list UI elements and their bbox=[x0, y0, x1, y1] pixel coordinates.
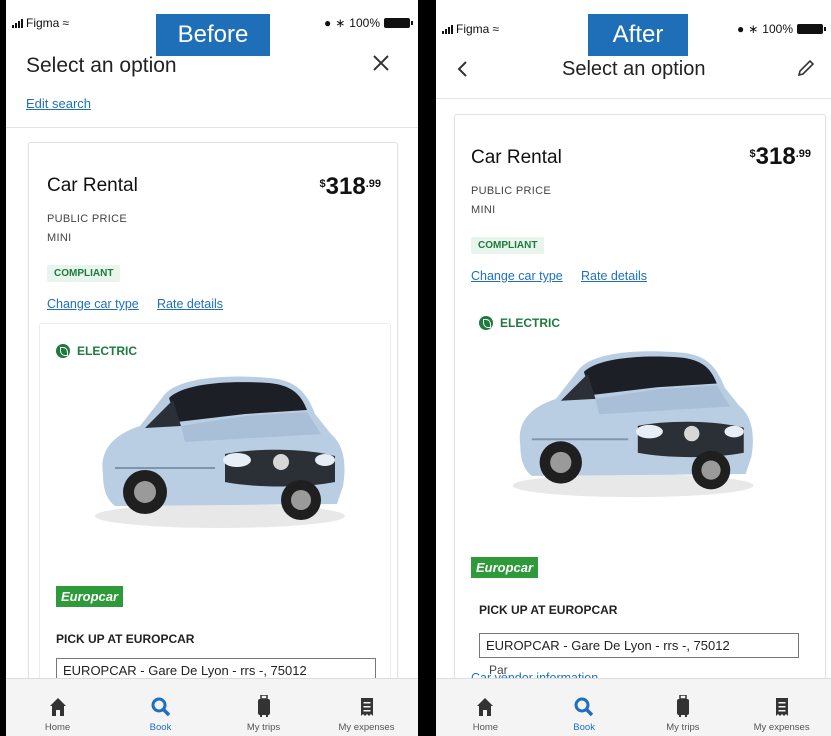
home-icon bbox=[477, 698, 494, 716]
carrier-name: Figma bbox=[26, 16, 60, 30]
tab-book[interactable]: Book bbox=[109, 679, 212, 736]
europcar-logo: Europcar bbox=[471, 557, 539, 578]
change-car-type-link[interactable]: Change car type bbox=[47, 297, 139, 311]
carrier: Figma ≈ bbox=[12, 16, 69, 30]
alarm-icon: ● bbox=[736, 22, 745, 36]
tab-book[interactable]: Book bbox=[535, 679, 634, 736]
tab-label-book: Book bbox=[149, 722, 172, 733]
car-class: MINI bbox=[471, 204, 496, 216]
receipt-icon bbox=[360, 698, 373, 716]
tab-label-my-trips: My trips bbox=[666, 722, 700, 733]
after-label: After bbox=[588, 14, 688, 56]
car-image bbox=[512, 351, 754, 498]
change-car-type-link[interactable]: Change car type bbox=[471, 269, 563, 283]
car-details-panel: ELECTRIC Europcar PICK UP AT EUROPCAR EU… bbox=[39, 323, 391, 736]
tab-home[interactable]: Home bbox=[6, 679, 109, 736]
tab-label-my-expenses: My expenses bbox=[753, 722, 810, 733]
status-right: ● ∗ 100% bbox=[323, 16, 413, 30]
public-price-label: PUBLIC PRICE bbox=[47, 213, 128, 225]
pickup-label: PICK UP AT EUROPCAR bbox=[56, 632, 195, 646]
tab-home[interactable]: Home bbox=[436, 679, 535, 736]
electric-label: ELECTRIC bbox=[500, 316, 560, 330]
battery-icon bbox=[797, 24, 826, 34]
tab-label-book: Book bbox=[573, 722, 595, 733]
car-rental-card: Car Rental $ 318 .99 PUBLIC PRICE MINI C… bbox=[28, 142, 398, 736]
battery-icon bbox=[384, 18, 413, 28]
rate-details-link[interactable]: Rate details bbox=[581, 269, 647, 283]
alarm-icon: ● bbox=[323, 16, 332, 30]
receipt-icon bbox=[775, 698, 788, 716]
header-divider bbox=[6, 127, 418, 128]
electric-tag: ELECTRIC bbox=[479, 316, 560, 330]
rate-details-link[interactable]: Rate details bbox=[157, 297, 223, 311]
price-amount: 318 bbox=[755, 143, 796, 170]
luggage-icon bbox=[676, 695, 689, 717]
carrier-name: Figma bbox=[456, 22, 490, 36]
search-icon bbox=[574, 697, 594, 717]
wifi-icon: ≈ bbox=[492, 22, 499, 36]
car-image bbox=[95, 376, 345, 528]
battery-percent: 100% bbox=[762, 22, 793, 36]
search-icon bbox=[151, 697, 170, 717]
card-title: Car Rental bbox=[471, 147, 562, 168]
signal-icon bbox=[442, 24, 453, 34]
signal-icon bbox=[12, 18, 23, 28]
before-label: Before bbox=[156, 14, 270, 56]
tab-label-home: Home bbox=[44, 722, 71, 733]
tab-my-expenses[interactable]: My expenses bbox=[315, 679, 418, 736]
compliant-badge: COMPLIANT bbox=[47, 265, 121, 282]
before-screen: Figma ≈ ● ∗ 100% Before Select an option… bbox=[6, 0, 418, 736]
car-class: MINI bbox=[47, 232, 72, 244]
electric-tag: ELECTRIC bbox=[56, 344, 137, 358]
carrier: Figma ≈ bbox=[442, 22, 499, 36]
tab-label-my-expenses: My expenses bbox=[338, 722, 395, 733]
tab-my-trips[interactable]: My trips bbox=[212, 679, 315, 736]
edit-search-link[interactable]: Edit search bbox=[26, 96, 91, 111]
price: $ 318 .99 bbox=[750, 145, 811, 169]
europcar-logo: Europcar bbox=[56, 586, 124, 607]
after-screen: Figma ≈ ● ∗ 100% After Select an option … bbox=[436, 0, 831, 736]
tab-label-home: Home bbox=[472, 722, 499, 733]
electric-label: ELECTRIC bbox=[77, 344, 137, 358]
status-right: ● ∗ 100% bbox=[736, 22, 826, 36]
price-amount: 318 bbox=[325, 173, 366, 200]
pickup-label: PICK UP AT EUROPCAR bbox=[479, 603, 618, 617]
tab-label-my-trips: My trips bbox=[246, 722, 281, 733]
wifi-icon: ≈ bbox=[62, 16, 69, 30]
leaf-icon bbox=[479, 316, 493, 330]
public-price-label: PUBLIC PRICE bbox=[471, 185, 552, 197]
bottom-tab-bar: Home Book My trips My expenses bbox=[6, 678, 418, 736]
price-cents: .99 bbox=[365, 178, 381, 190]
bottom-tab-bar: Home Book My trips My expenses bbox=[436, 678, 831, 736]
luggage-icon bbox=[257, 695, 270, 717]
page-title: Select an option bbox=[26, 54, 177, 77]
bluetooth-icon: ∗ bbox=[748, 22, 759, 36]
bluetooth-icon: ∗ bbox=[335, 16, 346, 30]
tab-my-trips[interactable]: My trips bbox=[634, 679, 733, 736]
leaf-icon bbox=[56, 344, 70, 358]
back-chevron-icon[interactable] bbox=[456, 60, 468, 78]
card-title: Car Rental bbox=[47, 175, 138, 196]
close-icon[interactable] bbox=[372, 54, 390, 72]
car-rental-card: Car Rental $ 318 .99 PUBLIC PRICE MINI C… bbox=[454, 114, 826, 736]
pickup-address-field[interactable]: EUROPCAR - Gare De Lyon - rrs -, 75012 bbox=[479, 633, 799, 658]
page-title: Select an option bbox=[562, 58, 706, 80]
price: $ 318 .99 bbox=[320, 175, 381, 199]
tab-my-expenses[interactable]: My expenses bbox=[732, 679, 831, 736]
home-icon bbox=[49, 698, 66, 716]
header-divider bbox=[436, 98, 831, 99]
battery-percent: 100% bbox=[349, 16, 380, 30]
compliant-badge: COMPLIANT bbox=[471, 237, 545, 254]
edit-pencil-icon[interactable] bbox=[796, 58, 816, 78]
price-cents: .99 bbox=[795, 148, 811, 160]
